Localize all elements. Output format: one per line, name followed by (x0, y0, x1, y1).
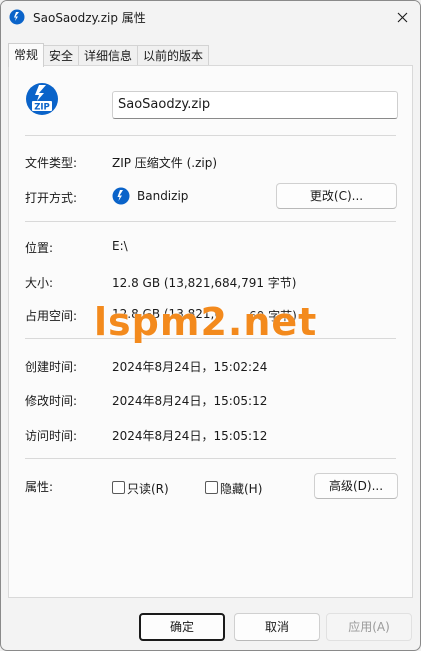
divider (25, 458, 396, 459)
size-label: 大小: (25, 276, 54, 290)
apply-button[interactable]: 应用(A) (326, 613, 412, 641)
modified-value: 2024年8月24日，15:05:12 (112, 394, 268, 408)
advanced-button[interactable]: 高级(D)... (314, 473, 398, 499)
bandizip-icon (112, 187, 130, 205)
size-value: 12.8 GB (13,821,684,791 字节) (112, 276, 297, 290)
tab-details[interactable]: 详细信息 (78, 45, 139, 66)
accessed-label: 访问时间: (25, 429, 78, 443)
properties-dialog: SaoSaodzy.zip 属性 常规 安全 详细信息 以前的版本 ZIP Sa… (0, 0, 421, 651)
zip-file-icon (9, 9, 25, 25)
watermark: lspm2.net (94, 300, 318, 344)
created-label: 创建时间: (25, 360, 78, 374)
modified-label: 修改时间: (25, 394, 78, 408)
svg-text:ZIP: ZIP (34, 103, 50, 113)
readonly-checkbox[interactable] (112, 481, 125, 494)
close-button[interactable] (392, 7, 412, 27)
file-type-value: ZIP 压缩文件 (.zip) (112, 156, 218, 170)
file-name-input[interactable]: SaoSaodzy.zip (112, 91, 398, 119)
change-button[interactable]: 更改(C)... (276, 183, 397, 209)
ok-button[interactable]: 确定 (139, 613, 225, 641)
zip-file-icon: ZIP (26, 83, 58, 115)
close-icon (397, 12, 407, 22)
file-type-label: 文件类型: (25, 156, 78, 170)
tab-previous-versions[interactable]: 以前的版本 (137, 45, 210, 66)
created-value: 2024年8月24日，15:02:24 (112, 360, 268, 374)
accessed-value: 2024年8月24日，15:05:12 (112, 429, 268, 443)
attributes-label: 属性: (25, 480, 54, 494)
window-title: SaoSaodzy.zip 属性 (33, 11, 146, 25)
tab-strip: 常规 安全 详细信息 以前的版本 (8, 43, 210, 67)
hidden-checkbox[interactable] (205, 481, 218, 494)
tab-general[interactable]: 常规 (8, 43, 45, 67)
location-value: E:\ (112, 239, 128, 253)
cancel-button[interactable]: 取消 (234, 613, 320, 641)
readonly-checkbox-label[interactable]: 只读(R) (127, 480, 169, 497)
hidden-checkbox-label[interactable]: 隐藏(H) (220, 480, 262, 497)
tab-security[interactable]: 安全 (43, 45, 80, 66)
open-with-value: Bandizip (137, 189, 189, 203)
size-on-disk-label: 占用空间: (25, 309, 78, 323)
open-with-label: 打开方式: (25, 191, 78, 205)
location-label: 位置: (25, 241, 54, 255)
divider (25, 135, 396, 136)
divider (25, 221, 396, 222)
title-bar: SaoSaodzy.zip 属性 (1, 1, 420, 33)
